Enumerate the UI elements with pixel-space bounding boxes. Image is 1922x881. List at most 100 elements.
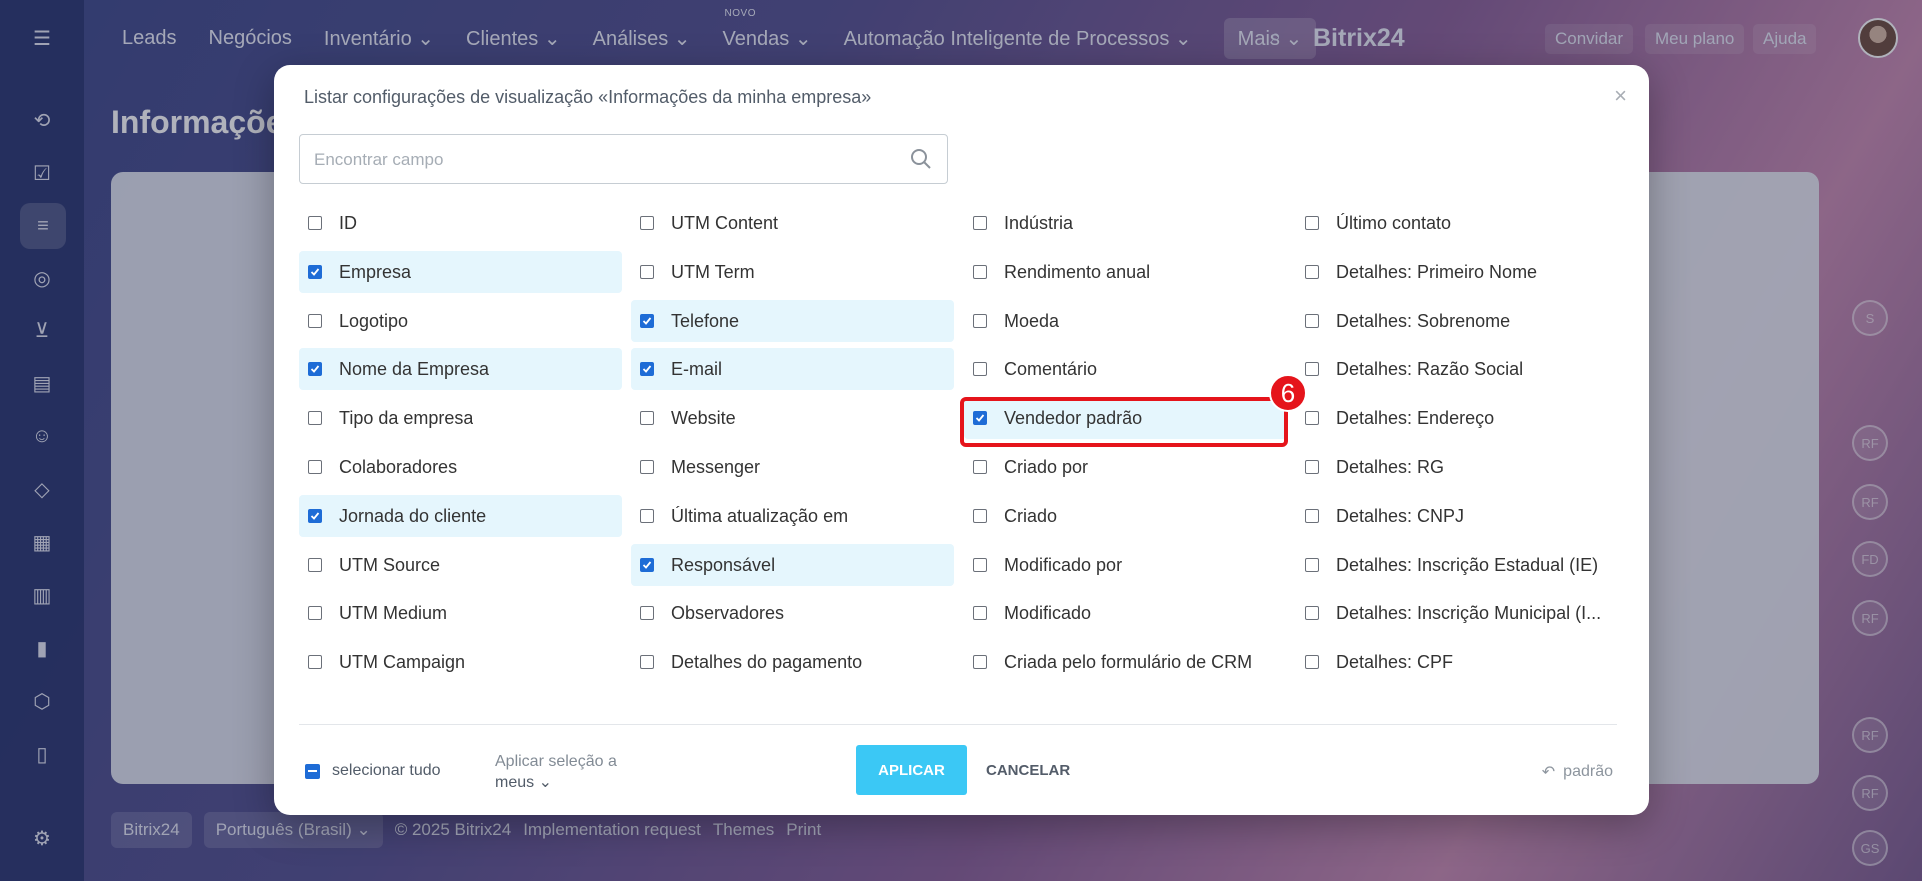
field-option-label: Telefone <box>671 310 740 331</box>
field-option-label: Detalhes: CNPJ <box>1336 505 1465 526</box>
field-option[interactable]: Detalhes: CPF <box>1296 641 1619 683</box>
field-option[interactable]: ID <box>299 202 622 244</box>
close-icon[interactable]: × <box>1614 83 1627 109</box>
field-option[interactable]: Empresa <box>299 251 622 293</box>
field-option[interactable]: Última atualização em <box>631 495 954 537</box>
field-option[interactable]: UTM Medium <box>299 592 622 634</box>
field-option-label: UTM Medium <box>339 602 448 623</box>
checkbox-icon[interactable] <box>308 606 322 620</box>
field-option-label: Detalhes: Inscrição Municipal (I... <box>1336 602 1602 623</box>
field-option[interactable]: E-mail <box>631 348 954 390</box>
field-option[interactable]: Rendimento anual <box>964 251 1287 293</box>
field-option[interactable]: Jornada do cliente <box>299 495 622 537</box>
field-option[interactable]: Detalhes: Primeiro Nome <box>1296 251 1619 293</box>
field-option[interactable]: Responsável <box>631 544 954 586</box>
checkbox-icon[interactable] <box>973 606 987 620</box>
checkbox-icon[interactable] <box>1305 509 1319 523</box>
field-option[interactable]: Detalhes: Razão Social <box>1296 348 1619 390</box>
checkbox-icon[interactable] <box>308 216 322 230</box>
field-option[interactable]: UTM Term <box>631 251 954 293</box>
field-option[interactable]: Último contato <box>1296 202 1619 244</box>
checkbox-icon[interactable] <box>1305 655 1319 669</box>
field-option-label: Comentário <box>1004 358 1098 379</box>
checkbox-icon[interactable] <box>1305 362 1319 376</box>
field-option[interactable]: Messenger <box>631 446 954 488</box>
field-option[interactable]: Detalhes: Inscrição Municipal (I... <box>1296 592 1619 634</box>
field-option-label: Criado <box>1004 505 1058 526</box>
field-option[interactable]: Comentário <box>964 348 1287 390</box>
checkbox-icon[interactable] <box>973 314 987 328</box>
checkbox-icon[interactable] <box>640 265 654 279</box>
checkbox-icon[interactable] <box>308 655 322 669</box>
apply-button[interactable]: APLICAR <box>856 745 967 795</box>
field-option-label: Detalhes do pagamento <box>671 651 863 672</box>
checkbox-icon[interactable] <box>640 411 654 425</box>
field-option[interactable]: Detalhes: Sobrenome <box>1296 300 1619 342</box>
checkbox-icon[interactable] <box>640 606 654 620</box>
field-option-label: Colaboradores <box>339 456 458 477</box>
checkbox-icon[interactable] <box>973 362 987 376</box>
reset-label: padrão <box>1563 763 1613 780</box>
apply-to-dropdown[interactable]: meus ⌄ <box>495 772 617 793</box>
field-option[interactable]: Criado <box>964 495 1287 537</box>
field-option[interactable]: Detalhes do pagamento <box>631 641 954 683</box>
checkbox-icon[interactable] <box>1305 314 1319 328</box>
field-option[interactable]: Modificado <box>964 592 1287 634</box>
checkbox-icon[interactable] <box>308 314 322 328</box>
cancel-button[interactable]: CANCELAR <box>978 745 1078 795</box>
field-option[interactable]: UTM Content <box>631 202 954 244</box>
checkbox-icon[interactable] <box>640 509 654 523</box>
checkbox-checked-icon[interactable] <box>640 362 654 376</box>
field-option[interactable]: Detalhes: CNPJ <box>1296 495 1619 537</box>
select-all-label: selecionar tudo <box>332 762 441 779</box>
field-option[interactable]: UTM Source <box>299 544 622 586</box>
field-option[interactable]: Moeda <box>964 300 1287 342</box>
field-option[interactable]: Tipo da empresa <box>299 397 622 439</box>
field-option[interactable]: Criada pelo formulário de CRM <box>964 641 1287 683</box>
checkbox-checked-icon[interactable] <box>640 558 654 572</box>
reset-default-button[interactable]: ↶ padrão <box>1542 762 1613 782</box>
checkbox-checked-icon[interactable] <box>640 314 654 328</box>
field-option[interactable]: Nome da Empresa <box>299 348 622 390</box>
field-option[interactable]: UTM Campaign <box>299 641 622 683</box>
checkbox-icon[interactable] <box>640 460 654 474</box>
field-option[interactable]: Website <box>631 397 954 439</box>
checkbox-checked-icon[interactable] <box>308 265 322 279</box>
search-icon[interactable] <box>909 147 933 171</box>
field-option-label: Indústria <box>1004 212 1074 233</box>
checkbox-icon[interactable] <box>1305 558 1319 572</box>
checkbox-icon[interactable] <box>973 460 987 474</box>
checkbox-icon[interactable] <box>973 509 987 523</box>
field-option-label: E-mail <box>671 358 723 379</box>
checkbox-icon[interactable] <box>1305 265 1319 279</box>
checkbox-icon[interactable] <box>640 216 654 230</box>
field-option[interactable]: Logotipo <box>299 300 622 342</box>
checkbox-icon[interactable] <box>1305 606 1319 620</box>
checkbox-icon[interactable] <box>973 558 987 572</box>
checkbox-icon[interactable] <box>973 216 987 230</box>
checkbox-icon[interactable] <box>308 411 322 425</box>
field-option[interactable]: Modificado por <box>964 544 1287 586</box>
dialog-title: Listar configurações de visualização «In… <box>304 87 872 107</box>
field-option[interactable]: Detalhes: Endereço <box>1296 397 1619 439</box>
search-input[interactable] <box>314 145 884 175</box>
checkbox-icon[interactable] <box>973 655 987 669</box>
field-option[interactable]: Detalhes: RG <box>1296 446 1619 488</box>
field-option[interactable]: Criado por <box>964 446 1287 488</box>
checkbox-checked-icon[interactable] <box>308 509 322 523</box>
field-option[interactable]: Indústria <box>964 202 1287 244</box>
checkbox-icon[interactable] <box>1305 460 1319 474</box>
checkbox-icon[interactable] <box>640 655 654 669</box>
checkbox-icon[interactable] <box>1305 411 1319 425</box>
field-option[interactable]: Observadores <box>631 592 954 634</box>
checkbox-icon[interactable] <box>308 558 322 572</box>
checkbox-icon[interactable] <box>1305 216 1319 230</box>
checkbox-checked-icon[interactable] <box>308 362 322 376</box>
field-option[interactable]: Colaboradores <box>299 446 622 488</box>
checkbox-icon[interactable] <box>308 460 322 474</box>
select-all-checkbox[interactable]: selecionar tudo <box>305 762 441 780</box>
field-option[interactable]: Detalhes: Inscrição Estadual (IE) <box>1296 544 1619 586</box>
checkbox-icon[interactable] <box>973 265 987 279</box>
field-option[interactable]: Telefone <box>631 300 954 342</box>
apply-selection-to[interactable]: Aplicar seleção a meus ⌄ <box>495 751 617 793</box>
